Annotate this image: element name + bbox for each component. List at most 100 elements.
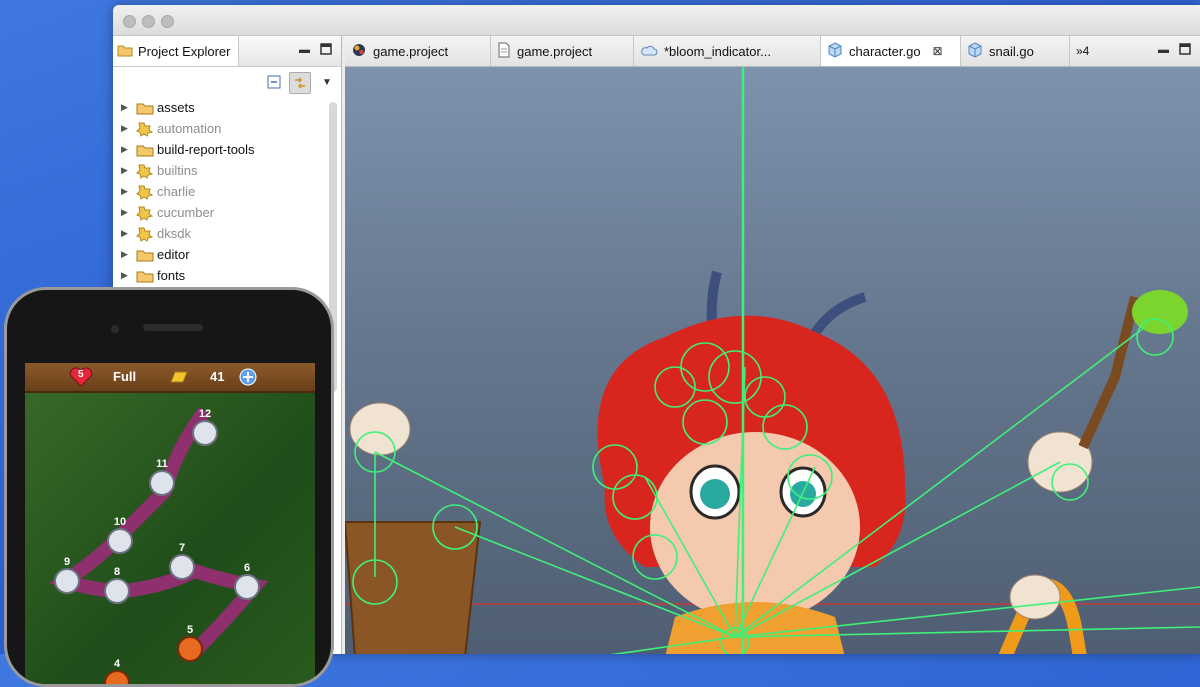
library-folder-icon bbox=[135, 184, 155, 200]
tree-item-label: charlie bbox=[157, 184, 196, 199]
library-folder-icon bbox=[135, 121, 155, 137]
tree-item-cucumber[interactable]: ▶ cucumber bbox=[121, 202, 255, 223]
left-hand bbox=[349, 402, 411, 456]
library-folder-icon bbox=[135, 226, 155, 242]
svg-text:9: 9 bbox=[64, 556, 70, 568]
close-tab-icon[interactable]: ⊠ bbox=[933, 44, 943, 58]
expand-arrow-icon[interactable]: ▶ bbox=[121, 270, 135, 281]
minimize-panel-icon[interactable]: ▬ bbox=[299, 45, 310, 56]
tree-item-automation[interactable]: ▶ automation bbox=[121, 118, 255, 139]
tab-overflow-label: »4 bbox=[1076, 44, 1090, 58]
tab-snail-go[interactable]: snail.go bbox=[961, 36, 1070, 66]
level-node[interactable]: 9 bbox=[54, 556, 80, 594]
cube-icon bbox=[827, 41, 843, 61]
folder-icon bbox=[135, 247, 155, 263]
svg-text:6: 6 bbox=[244, 562, 250, 574]
expand-arrow-icon[interactable]: ▶ bbox=[121, 207, 135, 218]
minimize-editor-icon[interactable]: ▬ bbox=[1158, 45, 1169, 56]
left-iris bbox=[700, 479, 730, 509]
svg-text:11: 11 bbox=[156, 458, 168, 470]
level-path bbox=[49, 406, 269, 656]
tree-item-assets[interactable]: ▶ assets bbox=[121, 97, 255, 118]
svg-text:4: 4 bbox=[114, 658, 121, 670]
wand bbox=[1078, 295, 1140, 450]
folder-icon bbox=[135, 100, 155, 116]
level-node[interactable]: 4 bbox=[104, 658, 130, 687]
tree-item-label: assets bbox=[157, 100, 195, 115]
view-menu-icon[interactable]: ▼ bbox=[317, 72, 337, 92]
library-folder-icon bbox=[135, 163, 155, 179]
title-bar bbox=[113, 5, 1200, 36]
tab-label: snail.go bbox=[989, 43, 1034, 59]
tree-item-label: build-report-tools bbox=[157, 142, 255, 157]
tree-item-dksdk[interactable]: ▶ dksdk bbox=[121, 223, 255, 244]
energy-status: Full bbox=[113, 369, 137, 384]
phone-speaker bbox=[143, 324, 203, 331]
folder-icon bbox=[135, 268, 155, 284]
expand-arrow-icon[interactable]: ▶ bbox=[121, 165, 135, 176]
editor-area: game.project game.project *bloom_indicat… bbox=[345, 36, 1200, 654]
level-nodes: 12 11 10 9 8 7 6 5 4 bbox=[54, 408, 260, 687]
expand-arrow-icon[interactable]: ▶ bbox=[121, 186, 135, 197]
expand-arrow-icon[interactable]: ▶ bbox=[121, 102, 135, 113]
tab-label: *bloom_indicator... bbox=[664, 43, 771, 59]
level-map: 12 11 10 9 8 7 6 5 4 bbox=[49, 406, 269, 687]
maximize-editor-icon[interactable] bbox=[1179, 43, 1191, 58]
collapse-all-icon[interactable] bbox=[264, 72, 284, 92]
tree-item-label: dksdk bbox=[157, 226, 191, 241]
level-node[interactable]: 5 bbox=[177, 624, 203, 662]
defold-icon bbox=[351, 42, 367, 61]
tree-item-label: editor bbox=[157, 247, 190, 262]
tab-game-project-2[interactable]: game.project bbox=[491, 36, 634, 66]
minimize-window-button[interactable] bbox=[142, 15, 155, 28]
scene-viewport[interactable] bbox=[345, 67, 1200, 654]
slingshot-hand bbox=[1009, 574, 1061, 620]
game-hud: 5 Full 41 bbox=[25, 363, 315, 393]
expand-arrow-icon[interactable]: ▶ bbox=[121, 144, 135, 155]
svg-text:5: 5 bbox=[187, 624, 193, 636]
tab-game-project-1[interactable]: game.project bbox=[345, 36, 491, 66]
library-folder-icon bbox=[135, 205, 155, 221]
explorer-tab-label: Project Explorer bbox=[138, 43, 231, 59]
explorer-header: Project Explorer ▬ bbox=[113, 36, 341, 67]
tree-item-fonts[interactable]: ▶ fonts bbox=[121, 265, 255, 286]
character-scene bbox=[345, 67, 1200, 654]
maximize-panel-icon[interactable] bbox=[320, 43, 332, 58]
editor-tab-bar: game.project game.project *bloom_indicat… bbox=[345, 36, 1200, 67]
expand-arrow-icon[interactable]: ▶ bbox=[121, 249, 135, 260]
phone-mockup: 5 Full 41 12 11 10 9 8 7 6 5 4 bbox=[4, 287, 334, 687]
tree-item-charlie[interactable]: ▶ charlie bbox=[121, 181, 255, 202]
close-window-button[interactable] bbox=[123, 15, 136, 28]
expand-arrow-icon[interactable]: ▶ bbox=[121, 123, 135, 134]
folder-icon bbox=[135, 142, 155, 158]
crate bbox=[345, 521, 482, 654]
tree-item-build-report-tools[interactable]: ▶ build-report-tools bbox=[121, 139, 255, 160]
svg-text:12: 12 bbox=[199, 408, 211, 420]
expand-arrow-icon[interactable]: ▶ bbox=[121, 228, 135, 239]
tree-item-label: cucumber bbox=[157, 205, 215, 220]
level-node[interactable]: 7 bbox=[169, 542, 195, 580]
tab-character-go[interactable]: character.go ⊠ bbox=[821, 36, 961, 66]
tab-label: game.project bbox=[373, 43, 449, 59]
tab-bloom-indicator[interactable]: *bloom_indicator... bbox=[634, 36, 821, 66]
document-icon bbox=[497, 42, 511, 61]
level-node[interactable]: 6 bbox=[234, 562, 260, 600]
svg-text:7: 7 bbox=[179, 542, 185, 554]
coin-count: 41 bbox=[210, 369, 225, 384]
link-editor-icon[interactable] bbox=[289, 72, 311, 94]
tree-item-builtins[interactable]: ▶ builtins bbox=[121, 160, 255, 181]
zoom-window-button[interactable] bbox=[161, 15, 174, 28]
tree-item-label: automation bbox=[157, 121, 222, 136]
gold-bar-icon bbox=[168, 370, 190, 389]
level-node[interactable]: 8 bbox=[104, 566, 130, 604]
phone-screen: 5 Full 41 12 11 10 9 8 7 6 5 4 bbox=[25, 363, 315, 687]
folder-icon bbox=[117, 43, 133, 60]
lives-count: 5 bbox=[78, 369, 84, 380]
explorer-toolbar: ▼ bbox=[113, 67, 341, 97]
add-coins-icon[interactable] bbox=[239, 368, 257, 391]
phone-camera bbox=[111, 325, 119, 333]
tab-overflow[interactable]: »4 bbox=[1070, 36, 1140, 66]
tab-project-explorer[interactable]: Project Explorer bbox=[113, 36, 239, 66]
cube-icon bbox=[967, 41, 983, 61]
tree-item-editor[interactable]: ▶ editor bbox=[121, 244, 255, 265]
